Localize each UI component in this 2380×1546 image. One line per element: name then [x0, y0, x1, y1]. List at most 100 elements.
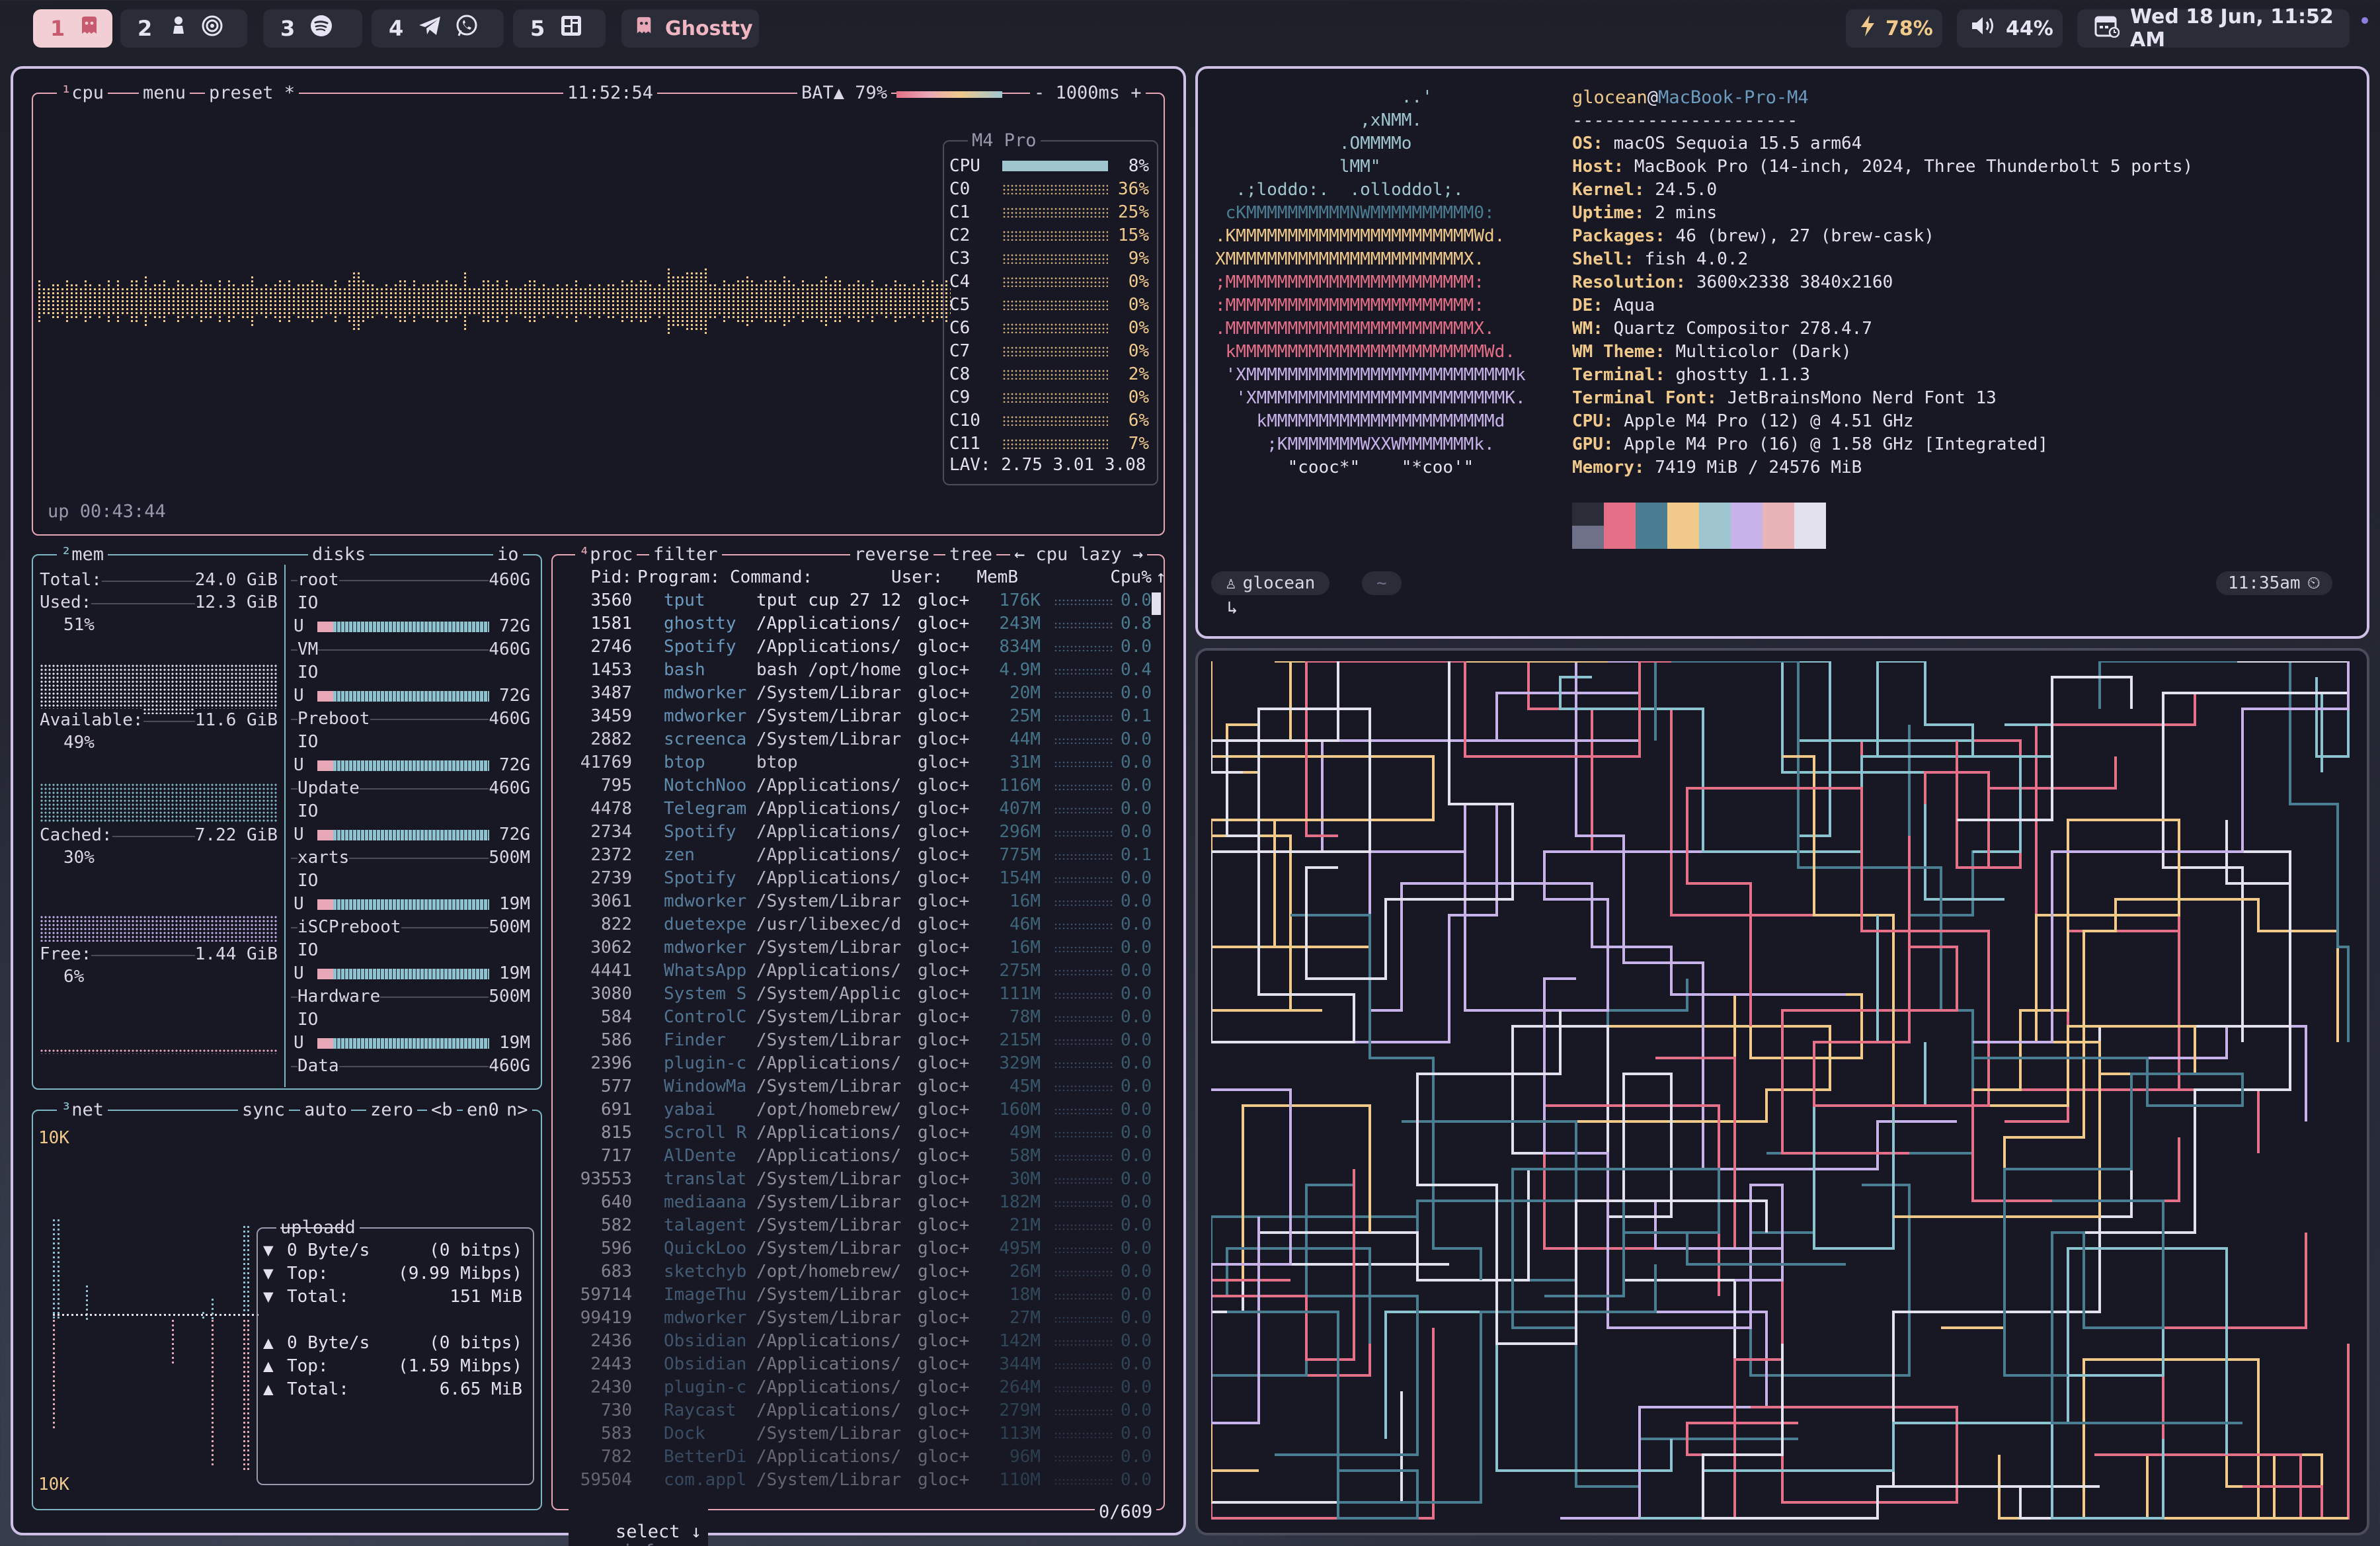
net-next-iface[interactable]: n> — [502, 1100, 532, 1120]
process-row[interactable]: 717 AlDente/Applications/gloc+ 58M 0.0 — [563, 1145, 1158, 1168]
process-row[interactable]: 3080 System S/System/Applic gloc+ 111M 0.0 — [563, 983, 1158, 1006]
net-prev-iface[interactable]: <b — [427, 1100, 457, 1120]
process-row[interactable]: 1453 bash bash /opt/home gloc+ 4.9M 0.4 — [563, 659, 1158, 682]
net-baseline-dot — [53, 1314, 55, 1316]
process-row[interactable]: 99419 mdworker/System/Librar gloc+ 27M 0.0 — [563, 1307, 1158, 1330]
process-row[interactable]: 3062 mdworker/System/Librar gloc+ 16M 0.0 — [563, 936, 1158, 959]
battery-chip[interactable]: 78% — [1846, 9, 1942, 48]
process-row[interactable]: 691 yabai/opt/homebrew/gloc+ 160M 0.0 — [563, 1098, 1158, 1121]
net-title[interactable]: ³net — [57, 1100, 108, 1120]
process-row[interactable]: 3560 tput tput cup 27 12 gloc+ 176K 0.0 — [563, 589, 1158, 612]
cpu-graph-dot — [196, 312, 198, 314]
process-row[interactable]: 2436 Obsidian/Applications/gloc+ 142M 0.0 — [563, 1330, 1158, 1353]
cpu-graph-dot — [214, 312, 216, 314]
menu-button[interactable]: menu — [139, 83, 190, 103]
process-row[interactable]: 59714 ImageThu/System/Librar gloc+ 18M 0.0 — [563, 1283, 1158, 1307]
workspace-2[interactable]: 2 — [120, 9, 247, 48]
workspace-3[interactable]: 3 — [263, 9, 362, 48]
cpu-graph-dot — [279, 304, 281, 306]
mem-title[interactable]: ²mem — [57, 545, 108, 565]
cpu-graph-dot — [103, 308, 105, 310]
proc-title[interactable]: ⁴proc — [575, 545, 637, 565]
proc-header-cell[interactable]: Command: — [730, 566, 813, 589]
proc-scrollbar[interactable] — [1152, 592, 1161, 615]
cpu-graph-dot — [830, 316, 832, 318]
disks-title[interactable]: disks — [308, 545, 370, 565]
process-row[interactable]: 59504 com.appl/System/Librar gloc+ 110M 0.0 — [563, 1469, 1158, 1492]
workspace-5[interactable]: 5 — [513, 9, 606, 48]
cpu-graph-dot — [603, 312, 605, 314]
workspace-1[interactable]: 1 — [33, 9, 112, 48]
cpu-graph-dot — [85, 280, 87, 282]
process-row[interactable]: 2372 zen/Applications/gloc+ 775M 0.1 — [563, 844, 1158, 867]
process-row[interactable]: 4441 WhatsApp/Applications/gloc+ 275M 0.0 — [563, 959, 1158, 983]
net-graph-dot — [212, 1371, 214, 1373]
io-toggle[interactable]: io — [493, 545, 523, 565]
process-row[interactable]: 2746 Spotify/Applications/gloc+ 834M 0.0 — [563, 635, 1158, 659]
net-graph-dot — [243, 1380, 245, 1382]
process-row[interactable]: 782 BetterDi/Applications/gloc+ 96M 0.0 — [563, 1445, 1158, 1469]
process-row[interactable]: 584 ControlC/System/Librar gloc+ 78M 0.0 — [563, 1006, 1158, 1029]
cpu-graph-dot — [547, 312, 549, 314]
net-auto[interactable]: auto — [300, 1100, 352, 1120]
cpu-graph-dot — [756, 288, 758, 290]
active-app-chip[interactable]: Ghostty — [621, 9, 759, 48]
process-row[interactable]: 822 duetexpe/usr/libexec/d gloc+ 46M 0.0 — [563, 913, 1158, 936]
cpu-graph-dot — [742, 312, 744, 314]
cpu-graph-dot — [496, 312, 498, 314]
cpu-box-title[interactable]: ¹cpu — [57, 83, 108, 103]
notification-dot[interactable] — [2361, 17, 2368, 24]
process-row[interactable]: 795 NotchNoo/Applications/gloc+ 116M 0.0 — [563, 774, 1158, 797]
cpu-graph-dot — [94, 308, 96, 310]
process-row[interactable]: 2882 screenca/System/Librar gloc+ 44M 0.0 — [563, 728, 1158, 751]
workspace-4[interactable]: 4 — [372, 9, 504, 48]
select-action[interactable]: select — [615, 1522, 680, 1542]
proc-header-cell[interactable]: Cpu% — [1092, 566, 1152, 589]
process-row[interactable]: 577 WindowMa/System/Librar gloc+ 45M 0.0 — [563, 1075, 1158, 1098]
process-row[interactable]: 3459 mdworker/System/Librar gloc+ 25M 0.1 — [563, 705, 1158, 728]
info-action[interactable]: info — [622, 1541, 665, 1546]
process-row[interactable]: 2739 Spotify/Applications/gloc+ 154M 0.0 — [563, 867, 1158, 890]
process-row[interactable]: 730 Raycast/Applications/gloc+ 279M 0.0 — [563, 1399, 1158, 1422]
btop-window[interactable]: ¹cpu menu preset * 11:52:54 BAT▲ 79% - 1… — [11, 66, 1186, 1546]
process-row[interactable]: 586 Finder/System/Librar gloc+ 215M 0.0 — [563, 1029, 1158, 1052]
net-sync[interactable]: sync — [238, 1100, 290, 1120]
process-row[interactable]: 596 QuickLoo/System/Librar gloc+ 495M 0.0 — [563, 1237, 1158, 1260]
process-row[interactable]: 583 Dock/System/Librar gloc+ 113M 0.0 — [563, 1422, 1158, 1445]
cpu-graph-dot — [635, 308, 637, 310]
process-row[interactable]: 2430 plugin-c/Applications/gloc+ 264M 0.0 — [563, 1376, 1158, 1399]
volume-chip[interactable]: 44% — [1957, 9, 2063, 48]
cpu-graph-dot — [714, 308, 716, 310]
process-row[interactable]: 4478 Telegram/Applications/gloc+ 407M 0.0 — [563, 797, 1158, 821]
proc-reverse[interactable]: reverse — [850, 545, 933, 565]
proc-user: gloc+ — [918, 1377, 970, 1397]
process-row[interactable]: 3061 mdworker/System/Librar gloc+ 16M 0.0 — [563, 890, 1158, 913]
net-zero[interactable]: zero — [366, 1100, 418, 1120]
proc-tree[interactable]: tree — [945, 545, 997, 565]
cpu-graph-dot — [695, 316, 697, 318]
proc-header-cell[interactable]: User: — [891, 566, 943, 589]
process-row[interactable]: 2734 Spotify/Applications/gloc+ 296M 0.0 — [563, 821, 1158, 844]
process-row[interactable]: 640 mediaana/System/Librar gloc+ 182M 0.0 — [563, 1191, 1158, 1214]
proc-header-cell[interactable]: Program: — [637, 566, 720, 589]
process-row[interactable]: 582 talagent/System/Librar gloc+ 21M 0.0 — [563, 1214, 1158, 1237]
fastfetch-window[interactable]: ..' ,xNMM. .OMMMMo lMM" .;loddo:. .ollod… — [1195, 66, 2369, 639]
proc-filter[interactable]: filter — [649, 545, 722, 565]
proc-mem: 46M — [1010, 915, 1041, 934]
process-row[interactable]: 41769 btop btop gloc+ 31M 0.0 — [563, 751, 1158, 774]
proc-header-cell[interactable]: MemB — [957, 566, 1018, 589]
proc-sort[interactable]: ← cpu lazy → — [1010, 545, 1148, 565]
process-row[interactable]: 683 sketchyb/opt/homebrew/gloc+ 26M 0.0 — [563, 1260, 1158, 1283]
preset-button[interactable]: preset * — [205, 83, 299, 103]
datetime-chip[interactable]: Wed 18 Jun, 11:52 AM — [2077, 5, 2350, 52]
update-interval[interactable]: - 1000ms + — [1030, 83, 1146, 103]
process-row[interactable]: 3487 mdworker/System/Librar gloc+ 20M 0.0 — [563, 682, 1158, 705]
process-row[interactable]: 93553 translat/System/Librar gloc+ 30M 0.0 — [563, 1168, 1158, 1191]
process-row[interactable]: 2443 Obsidian/Applications/gloc+ 344M 0.0 — [563, 1353, 1158, 1376]
prompt-cursor[interactable]: ↳ — [1227, 596, 1238, 620]
process-row[interactable]: 1581 ghostty/Applications/gloc+ 243M 0.8 — [563, 612, 1158, 635]
proc-header-cell[interactable]: Pid: — [563, 566, 632, 589]
pipes-window[interactable] — [1195, 648, 2369, 1535]
process-row[interactable]: 2396 plugin-c/Applications/gloc+ 329M 0.0 — [563, 1052, 1158, 1075]
process-row[interactable]: 815 Scroll R/Applications/gloc+ 49M 0.0 — [563, 1121, 1158, 1145]
